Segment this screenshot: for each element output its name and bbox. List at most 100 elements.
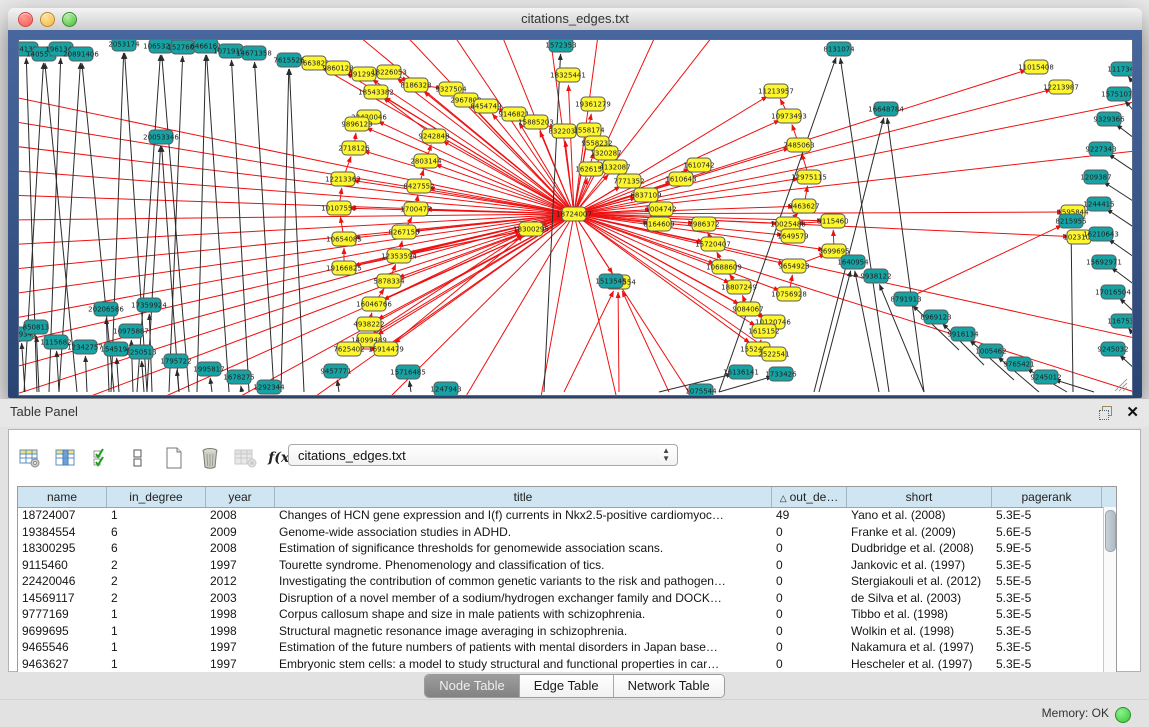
graph-node[interactable]: 2718126 [338,141,370,155]
graph-node[interactable]: 1572353 [545,40,576,52]
graph-node[interactable]: 1247943 [430,382,461,395]
table-row[interactable]: 911546021997Tourette syndrome. Phenomeno… [18,557,1104,574]
graph-node[interactable]: 9245012 [1030,370,1061,384]
scrollbar-thumb[interactable] [1105,510,1116,552]
rows-icon[interactable] [125,445,151,471]
graph-node[interactable]: 1513545 [595,274,626,288]
graph-node[interactable]: 11015408 [1018,60,1054,74]
window-titlebar[interactable]: citations_edges.txt [8,8,1142,31]
graph-node[interactable]: 1615152 [748,324,779,338]
graph-node[interactable]: 9463627 [788,199,819,213]
graph-node[interactable]: 18543382 [358,85,394,99]
graph-node[interactable]: 12213987 [1043,80,1079,94]
vertical-scrollbar[interactable] [1103,507,1116,672]
table-source-dropdown[interactable]: citations_edges.txt ▲▼ [288,444,678,466]
table-row[interactable]: 1938455462009Genome-wide association stu… [18,524,1104,541]
column-header-title[interactable]: title [275,487,772,507]
graph-node[interactable]: 8164609 [643,217,674,231]
graph-node[interactable]: 18807249 [721,280,757,294]
graph-node[interactable]: 8215955 [1055,214,1086,228]
graph-node[interactable]: 8454749 [470,99,501,113]
graph-node[interactable]: 10654085 [326,232,362,246]
graph-node[interactable]: 9457771 [320,364,351,378]
table-row[interactable]: 1456911722003Disruption of a novel membe… [18,590,1104,607]
citation-network-graph[interactable]: 18543382 9242848 2803144 8427552 1700477 8267… [19,40,1132,395]
graph-node[interactable]: 10973493 [771,109,807,123]
graph-node[interactable]: 19166825 [326,261,362,275]
table-row[interactable]: 1872400712008Changes of HCN gene express… [18,507,1104,524]
graph-node[interactable]: 2803144 [410,154,442,168]
graph-node[interactable]: 16136141 [723,365,759,379]
graph-node[interactable]: 16648784 [868,102,904,116]
table-row[interactable]: 1830029562008Estimation of significance … [18,540,1104,557]
graph-node[interactable]: 15720407 [695,237,731,251]
graph-node[interactable]: 1795722 [160,354,191,368]
graph-node[interactable]: 1209387 [1080,170,1111,184]
graph-node[interactable]: 1292344 [253,380,285,394]
graph-node[interactable]: 10107553 [321,201,357,215]
graph-node[interactable]: 19361279 [575,97,611,111]
column-header-out_de[interactable]: △out_de… [772,487,847,507]
graph-node[interactable]: 20206586 [88,302,124,316]
graph-node[interactable]: 6837109 [630,188,661,202]
graph-node[interactable]: 1117342 [1107,62,1132,76]
graph-node[interactable]: 1558174 [573,123,605,137]
graph-node[interactable]: 9765421 [1003,357,1034,371]
checklist-icon[interactable] [89,445,115,471]
graph-node[interactable]: 2522541 [758,347,789,361]
column-header-in_degree[interactable]: in_degree [107,487,206,507]
graph-node[interactable]: 1610643 [665,172,696,186]
graph-node[interactable]: 9938122 [860,269,891,283]
graph-node[interactable]: 15751074 [1101,87,1132,101]
tab-edge-table[interactable]: Edge Table [520,675,614,697]
table-row[interactable]: 977716911998Corpus callosum shape and si… [18,606,1104,623]
graph-node[interactable]: 1610742 [683,158,714,172]
close-panel-icon[interactable]: ✕ [1126,403,1139,421]
graph-node[interactable]: 15692971 [1086,255,1122,269]
graph-node[interactable]: 7485063 [783,138,814,152]
delete-icon[interactable] [197,445,223,471]
graph-node[interactable]: 17016504 [1095,285,1131,299]
graph-node[interactable]: 9245032 [1097,342,1128,356]
graph-node[interactable]: 1320287 [590,146,621,160]
graph-node[interactable]: 1244415 [1083,197,1114,211]
graph-node[interactable]: 7771352 [613,174,644,188]
graph-node[interactable]: 1649579 [777,229,808,243]
graph-node[interactable]: 9654923 [778,259,809,273]
graph-node[interactable]: 1005462 [975,344,1006,358]
column-header-year[interactable]: year [206,487,275,507]
graph-node[interactable]: 8791913 [890,292,921,306]
graph-node[interactable]: 12975115 [791,170,827,184]
graph-node[interactable]: 4938222 [353,317,384,331]
graph-node[interactable]: 8427552 [403,179,434,193]
graph-node[interactable]: 1995817 [193,362,224,376]
graph-node[interactable]: 2053174 [108,40,140,51]
column-header-pagerank[interactable]: pagerank [992,487,1102,507]
graph-node[interactable]: 9242848 [418,129,449,143]
graph-node[interactable]: 1075544 [685,384,717,395]
graph-node[interactable]: 9916134 [947,327,979,341]
graph-node[interactable]: 1167534 [1107,314,1132,328]
column-select-icon[interactable] [53,445,79,471]
table-row[interactable]: 969969511998Structural magnetic resonanc… [18,623,1104,640]
graph-node[interactable]: 5878334 [373,274,405,288]
table-settings-icon[interactable] [17,445,43,471]
graph-node[interactable]: 8131074 [823,42,855,56]
table-row[interactable]: 946362711997Embryonic stem cells: a mode… [18,656,1104,673]
table-row[interactable]: 2242004622012Investigating the contribut… [18,573,1104,590]
graph-node[interactable]: 1700477 [400,202,431,216]
tab-network-table[interactable]: Network Table [614,675,724,697]
graph-node[interactable]: 850813 [23,320,50,334]
graph-node[interactable]: 11213957 [758,84,794,98]
new-document-icon[interactable] [161,445,187,471]
graph-node[interactable]: 8267150 [388,225,419,239]
column-header-short[interactable]: short [847,487,992,507]
graph-node[interactable]: 4132087 [599,160,630,174]
graph-node[interactable]: 9115460 [817,214,848,228]
graph-node[interactable]: 7986372 [688,217,719,231]
tab-node-table[interactable]: Node Table [425,675,520,697]
graph-node[interactable]: 9084067 [732,302,763,316]
graph-node[interactable]: 7625402 [333,342,364,356]
graph-node[interactable]: 17359924 [131,298,167,312]
graph-node[interactable]: 9329366 [1093,112,1125,126]
